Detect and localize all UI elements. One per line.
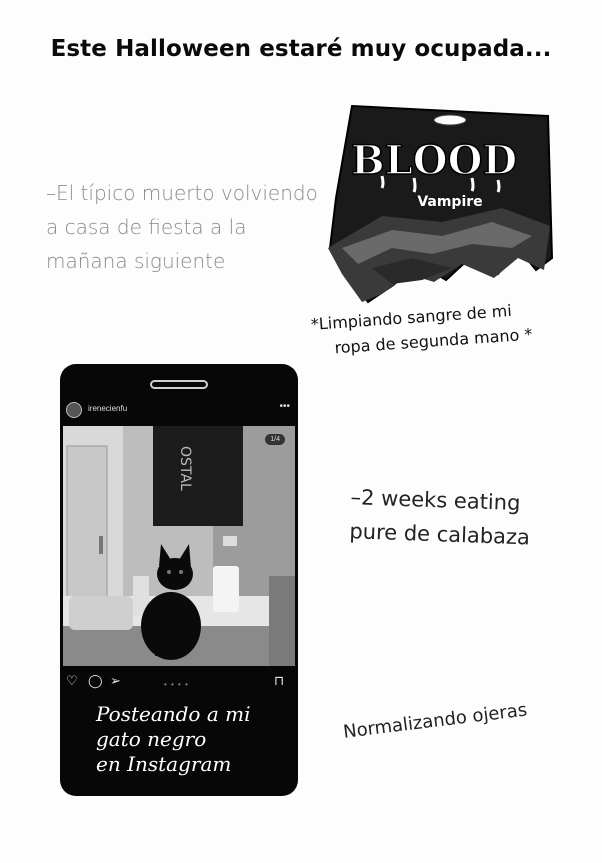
heart-icon[interactable]: ♡ [66,674,78,688]
post-caption: Posteando a mi gato negro en Instagram [96,702,286,777]
carousel-dots: • • • • [164,680,189,689]
page-title: Este Halloween estaré muy ocupada... [50,36,552,62]
cat-photo-image: OSTAL [63,426,295,666]
vampire-logo-text: Vampire [417,194,482,210]
intro-note-line: a casa de fiesta a la [46,215,247,239]
post-actions: ♡ ◯ ➢ • • • • ⊓ [60,672,298,694]
post-caption-line: Posteando a mi [96,702,251,726]
post-caption-line: gato negro [96,727,207,751]
sign-text: OSTAL [177,446,193,491]
more-options-icon[interactable]: ••• [279,401,290,412]
avatar[interactable] [66,402,82,418]
intro-note: –El típico muerto volviendo a casa de fi… [46,176,346,278]
phone-notch [150,380,208,389]
phone-mockup: irenecienfu ••• OSTAL 1/4 ♡ ◯ ➢ • • • • … [60,364,298,796]
ojeras-note: Normalizando ojeras [342,699,529,743]
intro-note-line: –El típico muerto volviendo [46,181,318,205]
weeks-note: –2 weeks eating pure de calabaza [349,480,571,556]
post-photo[interactable]: OSTAL 1/4 [63,426,295,666]
bookmark-icon[interactable]: ⊓ [274,674,284,688]
image-counter: 1/4 [265,434,285,445]
blood-package-image: BLOOD Vampire [328,104,554,304]
send-icon[interactable]: ➢ [110,674,121,688]
username[interactable]: irenecienfu [88,404,127,413]
intro-note-line: mañana siguiente [46,249,226,273]
post-caption-line: en Instagram [96,752,232,776]
weeks-note-line: pure de calabaza [349,519,531,550]
blood-logo-text: BLOOD [351,137,517,184]
comment-icon[interactable]: ◯ [88,674,103,688]
post-header: irenecienfu ••• [60,398,298,426]
